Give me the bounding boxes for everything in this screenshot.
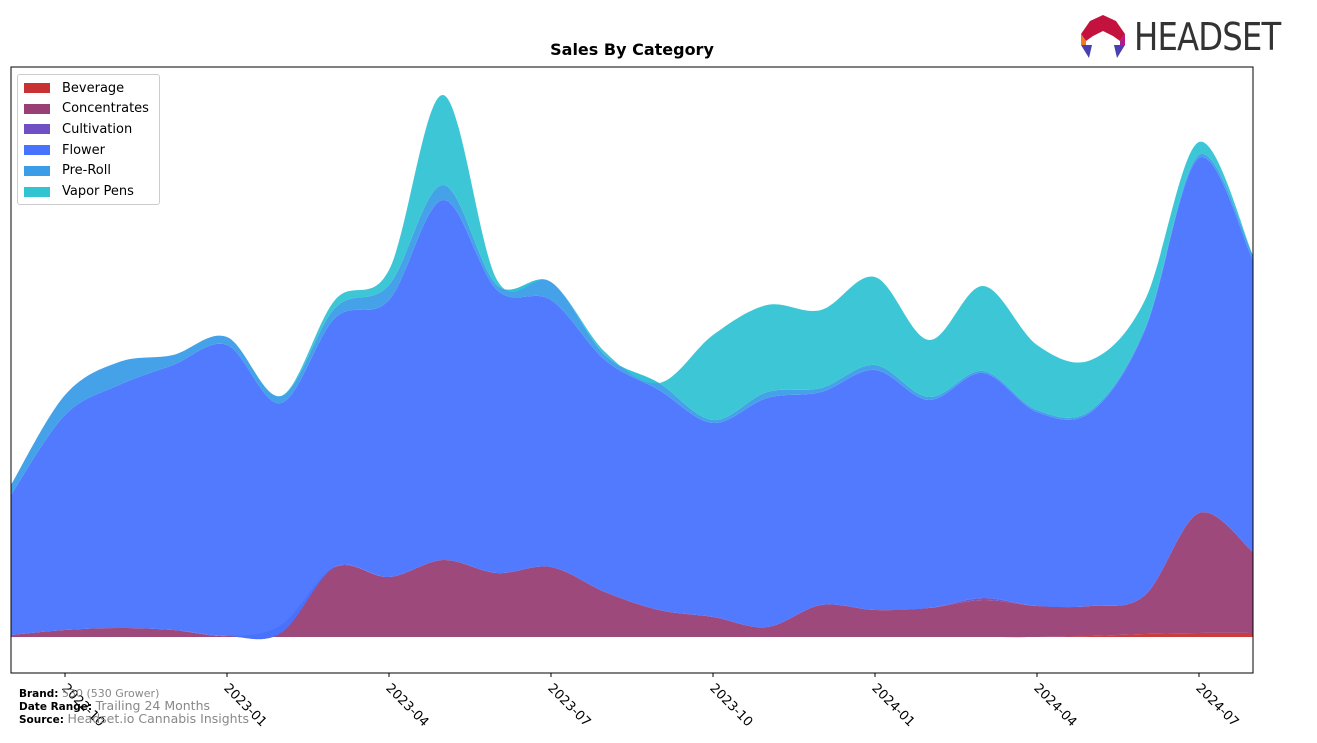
legend: Beverage Concentrates Cultivation Flower Pre… [17, 74, 160, 205]
source-label: Source: [19, 714, 64, 726]
legend-label: Vapor Pens [62, 184, 134, 199]
legend-item-vapor-pens: Vapor Pens [24, 184, 134, 200]
legend-label: Beverage [62, 80, 125, 96]
legend-label: Cultivation [62, 121, 133, 137]
headset-logo: HEADSET [1080, 14, 1306, 60]
legend-swatch [24, 124, 50, 135]
legend-label: Pre-Roll [62, 163, 111, 179]
headset-logo-icon [1081, 15, 1125, 58]
legend-item-flower: Flower [24, 142, 105, 158]
chart-footer: Brand: 530 (530 Grower) Date Range: Trai… [19, 688, 249, 726]
legend-item-concentrates: Concentrates [24, 101, 149, 117]
legend-swatch [24, 83, 50, 93]
legend-swatch [24, 103, 50, 114]
legend-item-beverage: Beverage [24, 80, 124, 96]
legend-swatch [24, 165, 50, 176]
legend-swatch [24, 145, 50, 156]
legend-swatch [24, 186, 50, 197]
sales-by-category-chart [10, 66, 1254, 677]
legend-item-pre-roll: Pre-Roll [24, 163, 111, 179]
source-value: Headset.io Cannabis Insights [67, 711, 249, 726]
legend-label: Flower [62, 142, 106, 158]
brand-label: Brand: [19, 688, 59, 700]
legend-item-cultivation: Cultivation [24, 121, 132, 137]
legend-label: Concentrates [62, 101, 149, 117]
logo-text: HEADSET [1134, 15, 1281, 59]
